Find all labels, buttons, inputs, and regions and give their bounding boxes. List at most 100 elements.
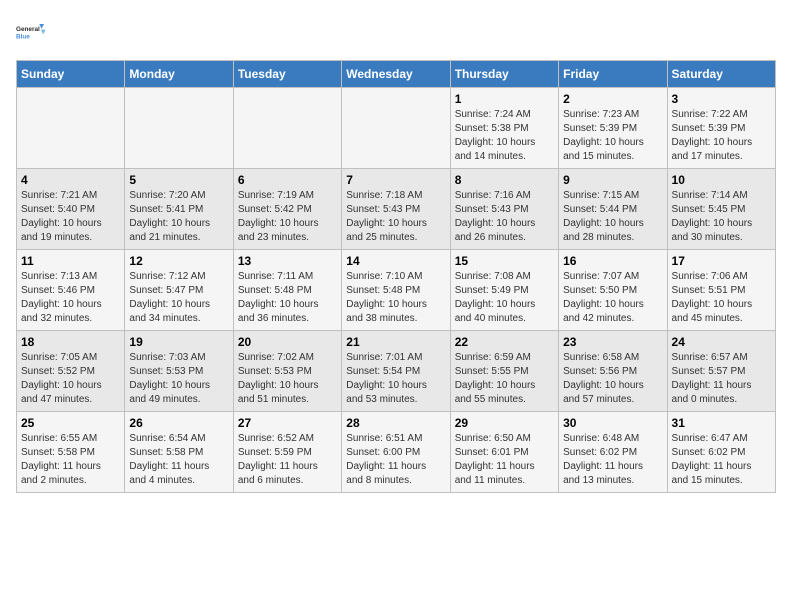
day-info: Sunrise: 7:18 AM Sunset: 5:43 PM Dayligh… xyxy=(346,189,445,245)
calendar-cell: 18 Sunrise: 7:05 AM Sunset: 5:52 PM Dayli… xyxy=(17,331,125,412)
day-number: 11 xyxy=(21,254,120,268)
week-row-2: 4Sunrise: 7:21 AM Sunset: 5:40 PM Daylig… xyxy=(17,169,776,250)
day-info: Sunrise: 7:20 AM Sunset: 5:41 PM Dayligh… xyxy=(129,189,228,245)
day-number: 16 xyxy=(563,254,662,268)
day-info: Sunrise: 7:16 AM Sunset: 5:43 PM Dayligh… xyxy=(455,189,554,245)
calendar-cell xyxy=(233,88,341,169)
calendar-cell: 31 Sunrise: 6:47 AM Sunset: 6:02 PM Dayli… xyxy=(667,412,775,493)
calendar-cell: 11 Sunrise: 7:13 AM Sunset: 5:46 PM Dayli… xyxy=(17,250,125,331)
day-info: Sunrise: 7:06 AM Sunset: 5:51 PM Dayligh… xyxy=(672,270,771,326)
day-number: 31 xyxy=(672,416,771,430)
week-row-1: 1 Sunrise: 7:24 AM Sunset: 5:38 PM Daylig… xyxy=(17,88,776,169)
day-number: 5 xyxy=(129,173,228,187)
calendar-cell xyxy=(342,88,450,169)
day-info: Sunrise: 7:24 AM Sunset: 5:38 PM Dayligh… xyxy=(455,108,554,164)
week-row-3: 11 Sunrise: 7:13 AM Sunset: 5:46 PM Dayli… xyxy=(17,250,776,331)
day-info: Sunrise: 7:07 AM Sunset: 5:50 PM Dayligh… xyxy=(563,270,662,326)
day-info: Sunrise: 7:22 AM Sunset: 5:39 PM Dayligh… xyxy=(672,108,771,164)
calendar-cell: 25 Sunrise: 6:55 AM Sunset: 5:58 PM Dayli… xyxy=(17,412,125,493)
calendar-cell: 5 Sunrise: 7:20 AM Sunset: 5:41 PM Daylig… xyxy=(125,169,233,250)
day-info: Sunrise: 7:11 AM Sunset: 5:48 PM Dayligh… xyxy=(238,270,337,326)
calendar-cell: 6 Sunrise: 7:19 AM Sunset: 5:42 PM Daylig… xyxy=(233,169,341,250)
svg-text:Blue: Blue xyxy=(16,33,30,40)
day-number: 22 xyxy=(455,335,554,349)
day-number: 30 xyxy=(563,416,662,430)
calendar-cell: 14Sunrise: 7:10 AM Sunset: 5:48 PM Dayli… xyxy=(342,250,450,331)
day-info: Sunrise: 6:50 AM Sunset: 6:01 PM Dayligh… xyxy=(455,432,554,488)
day-number: 25 xyxy=(21,416,120,430)
day-number: 21 xyxy=(346,335,445,349)
header-day-tuesday: Tuesday xyxy=(233,61,341,88)
day-info: Sunrise: 7:03 AM Sunset: 5:53 PM Dayligh… xyxy=(129,351,228,407)
day-info: Sunrise: 7:05 AM Sunset: 5:52 PM Dayligh… xyxy=(21,351,120,407)
svg-text:General: General xyxy=(16,26,40,33)
day-info: Sunrise: 6:52 AM Sunset: 5:59 PM Dayligh… xyxy=(238,432,337,488)
calendar-cell: 17 Sunrise: 7:06 AM Sunset: 5:51 PM Dayli… xyxy=(667,250,775,331)
day-number: 6 xyxy=(238,173,337,187)
calendar-cell: 21 Sunrise: 7:01 AM Sunset: 5:54 PM Dayli… xyxy=(342,331,450,412)
day-number: 4 xyxy=(21,173,120,187)
day-info: Sunrise: 6:47 AM Sunset: 6:02 PM Dayligh… xyxy=(672,432,771,488)
calendar-cell: 24Sunrise: 6:57 AM Sunset: 5:57 PM Dayli… xyxy=(667,331,775,412)
day-info: Sunrise: 7:01 AM Sunset: 5:54 PM Dayligh… xyxy=(346,351,445,407)
day-number: 19 xyxy=(129,335,228,349)
calendar-cell: 12 Sunrise: 7:12 AM Sunset: 5:47 PM Dayli… xyxy=(125,250,233,331)
calendar-cell: 10 Sunrise: 7:14 AM Sunset: 5:45 PM Dayli… xyxy=(667,169,775,250)
day-info: Sunrise: 7:08 AM Sunset: 5:49 PM Dayligh… xyxy=(455,270,554,326)
day-number: 7 xyxy=(346,173,445,187)
calendar-cell: 9 Sunrise: 7:15 AM Sunset: 5:44 PM Daylig… xyxy=(559,169,667,250)
day-info: Sunrise: 6:59 AM Sunset: 5:55 PM Dayligh… xyxy=(455,351,554,407)
page-header: GeneralBlue xyxy=(16,16,776,48)
day-info: Sunrise: 7:13 AM Sunset: 5:46 PM Dayligh… xyxy=(21,270,120,326)
calendar-cell: 23Sunrise: 6:58 AM Sunset: 5:56 PM Dayli… xyxy=(559,331,667,412)
calendar-cell: 26Sunrise: 6:54 AM Sunset: 5:58 PM Dayli… xyxy=(125,412,233,493)
day-info: Sunrise: 7:23 AM Sunset: 5:39 PM Dayligh… xyxy=(563,108,662,164)
day-number: 27 xyxy=(238,416,337,430)
calendar-cell: 19 Sunrise: 7:03 AM Sunset: 5:53 PM Dayli… xyxy=(125,331,233,412)
day-number: 9 xyxy=(563,173,662,187)
calendar-cell: 16 Sunrise: 7:07 AM Sunset: 5:50 PM Dayli… xyxy=(559,250,667,331)
calendar-cell: 20Sunrise: 7:02 AM Sunset: 5:53 PM Dayli… xyxy=(233,331,341,412)
day-number: 12 xyxy=(129,254,228,268)
day-number: 1 xyxy=(455,92,554,106)
day-number: 10 xyxy=(672,173,771,187)
calendar-cell: 15 Sunrise: 7:08 AM Sunset: 5:49 PM Dayli… xyxy=(450,250,558,331)
calendar-cell: 3 Sunrise: 7:22 AM Sunset: 5:39 PM Daylig… xyxy=(667,88,775,169)
day-info: Sunrise: 7:14 AM Sunset: 5:45 PM Dayligh… xyxy=(672,189,771,245)
header-day-wednesday: Wednesday xyxy=(342,61,450,88)
calendar-cell: 30 Sunrise: 6:48 AM Sunset: 6:02 PM Dayli… xyxy=(559,412,667,493)
day-info: Sunrise: 6:55 AM Sunset: 5:58 PM Dayligh… xyxy=(21,432,120,488)
calendar-cell: 22 Sunrise: 6:59 AM Sunset: 5:55 PM Dayli… xyxy=(450,331,558,412)
day-info: Sunrise: 7:02 AM Sunset: 5:53 PM Dayligh… xyxy=(238,351,337,407)
day-number: 23 xyxy=(563,335,662,349)
calendar-cell: 7 Sunrise: 7:18 AM Sunset: 5:43 PM Daylig… xyxy=(342,169,450,250)
calendar-cell: 28Sunrise: 6:51 AM Sunset: 6:00 PM Dayli… xyxy=(342,412,450,493)
header-day-friday: Friday xyxy=(559,61,667,88)
day-number: 15 xyxy=(455,254,554,268)
calendar-header: SundayMondayTuesdayWednesdayThursdayFrid… xyxy=(17,61,776,88)
day-number: 14 xyxy=(346,254,445,268)
calendar-cell: 27 Sunrise: 6:52 AM Sunset: 5:59 PM Dayli… xyxy=(233,412,341,493)
header-day-monday: Monday xyxy=(125,61,233,88)
day-number: 3 xyxy=(672,92,771,106)
calendar-cell xyxy=(125,88,233,169)
day-number: 24 xyxy=(672,335,771,349)
day-info: Sunrise: 7:19 AM Sunset: 5:42 PM Dayligh… xyxy=(238,189,337,245)
logo: GeneralBlue xyxy=(16,16,48,48)
day-number: 17 xyxy=(672,254,771,268)
header-day-thursday: Thursday xyxy=(450,61,558,88)
header-row: SundayMondayTuesdayWednesdayThursdayFrid… xyxy=(17,61,776,88)
day-number: 29 xyxy=(455,416,554,430)
calendar-body: 1 Sunrise: 7:24 AM Sunset: 5:38 PM Daylig… xyxy=(17,88,776,493)
header-day-saturday: Saturday xyxy=(667,61,775,88)
day-info: Sunrise: 6:48 AM Sunset: 6:02 PM Dayligh… xyxy=(563,432,662,488)
day-number: 18 xyxy=(21,335,120,349)
week-row-4: 18 Sunrise: 7:05 AM Sunset: 5:52 PM Dayli… xyxy=(17,331,776,412)
day-number: 8 xyxy=(455,173,554,187)
day-number: 28 xyxy=(346,416,445,430)
calendar-cell: 13Sunrise: 7:11 AM Sunset: 5:48 PM Dayli… xyxy=(233,250,341,331)
calendar-cell: 4Sunrise: 7:21 AM Sunset: 5:40 PM Daylig… xyxy=(17,169,125,250)
day-info: Sunrise: 6:54 AM Sunset: 5:58 PM Dayligh… xyxy=(129,432,228,488)
day-info: Sunrise: 7:15 AM Sunset: 5:44 PM Dayligh… xyxy=(563,189,662,245)
day-info: Sunrise: 7:12 AM Sunset: 5:47 PM Dayligh… xyxy=(129,270,228,326)
